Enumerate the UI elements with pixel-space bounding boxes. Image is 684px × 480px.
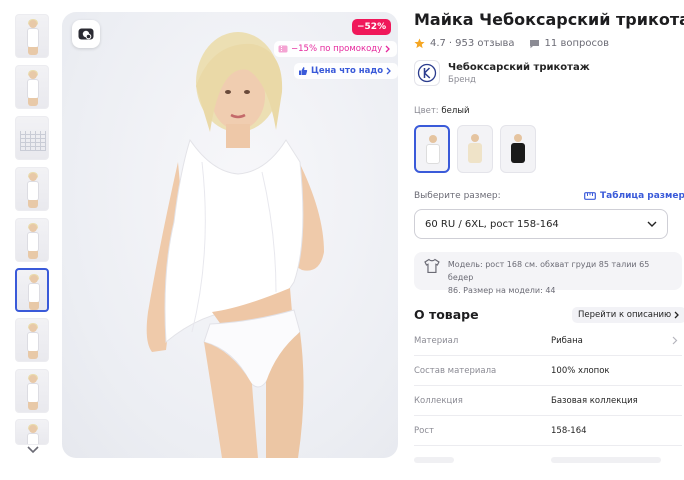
thumbnail[interactable] <box>15 218 49 262</box>
thumbnail[interactable] <box>15 318 49 362</box>
color-swatch-beige[interactable] <box>457 125 493 173</box>
tshirt-icon <box>424 258 440 274</box>
thumbnail[interactable] <box>15 369 49 413</box>
chat-bubble-icon <box>529 39 539 48</box>
spec-row-composition: Состав материала 100% хлопок <box>414 356 682 386</box>
spec-row-height: Рост 158-164 <box>414 416 682 446</box>
brand-name: Чебоксарский трикотаж <box>448 61 590 73</box>
brand-logo-emblem <box>417 63 437 83</box>
size-select[interactable]: 60 RU / 6XL, рост 158-164 <box>414 209 668 239</box>
discount-badge: −52% <box>352 19 392 35</box>
brand-logo <box>414 60 440 86</box>
ruler-icon <box>584 192 596 200</box>
thumbs-up-icon <box>299 67 308 75</box>
promo-label: −15% по промокоду <box>291 44 383 54</box>
model-info-line-2: 86. Размер на модели: 44 <box>447 286 556 295</box>
color-swatch-white[interactable] <box>414 125 450 173</box>
chevron-right-icon <box>386 67 392 75</box>
spec-key: Материал <box>414 335 459 346</box>
spec-row-next-faded <box>414 446 682 476</box>
promo-code-badge[interactable]: −15% по промокоду <box>274 41 398 57</box>
thumbnail-size-table[interactable] <box>15 116 49 160</box>
size-table-link[interactable]: Таблица размеров <box>584 191 684 201</box>
reviews-link[interactable]: 953 отзыва <box>455 38 514 49</box>
questions-link[interactable]: 11 вопросов <box>529 38 609 49</box>
go-to-description-button[interactable]: Перейти к описанию <box>572 307 684 323</box>
brand-role: Бренд <box>448 74 476 85</box>
good-price-badge[interactable]: Цена что надо <box>294 63 399 79</box>
questions-count: 11 вопросов <box>544 38 609 49</box>
camera-search-icon <box>78 28 94 40</box>
size-table-label: Таблица размеров <box>600 191 684 201</box>
coupon-icon <box>278 45 288 53</box>
spec-key: Рост <box>414 425 434 436</box>
thumbnail[interactable] <box>15 65 49 109</box>
spec-value: 100% хлопок <box>551 365 610 376</box>
rating-row: 4.7 · 953 отзыва 11 вопросов <box>414 38 609 49</box>
spec-row-material[interactable]: Материал Рибана <box>414 326 682 356</box>
model-info-line-1: Модель: рост 168 см. обхват груди 85 тал… <box>447 260 650 282</box>
chevron-right-icon <box>674 311 680 319</box>
thumbnail[interactable] <box>15 419 49 445</box>
size-selected-value: 60 RU / 6XL, рост 158-164 <box>425 218 559 230</box>
separator-dot: · <box>448 38 453 49</box>
brand-block[interactable]: Чебоксарский трикотаж Бренд <box>414 60 590 86</box>
size-label: Выберите размер: <box>414 191 501 201</box>
thumbnail-active[interactable] <box>15 268 49 312</box>
rating-value: 4.7 <box>430 38 446 49</box>
search-by-photo-button[interactable] <box>72 20 100 48</box>
color-swatch-black[interactable] <box>500 125 536 173</box>
thumbnail[interactable] <box>15 167 49 211</box>
spec-value: Рибана <box>551 335 583 346</box>
chevron-down-icon[interactable] <box>26 445 40 455</box>
spec-value: Базовая коллекция <box>551 395 638 406</box>
spec-value-placeholder <box>551 456 661 466</box>
price-tag-label: Цена что надо <box>311 66 384 76</box>
star-icon <box>414 38 425 49</box>
spec-key-placeholder <box>414 456 551 466</box>
chevron-right-icon <box>672 336 678 345</box>
model-info: Модель: рост 168 см. обхват груди 85 тал… <box>414 252 682 295</box>
spec-key: Коллекция <box>414 395 463 406</box>
chevron-right-icon <box>385 45 391 53</box>
spec-value: 158-164 <box>551 425 587 436</box>
go-to-description-label: Перейти к описанию <box>578 310 672 320</box>
about-title: О товаре <box>414 307 479 322</box>
thumbnail[interactable] <box>15 14 49 58</box>
spec-row-collection: Коллекция Базовая коллекция <box>414 386 682 416</box>
color-value: белый <box>441 106 470 116</box>
color-label-text: Цвет: <box>414 106 439 116</box>
chevron-down-icon <box>647 221 657 227</box>
product-title: Майка Чебоксарский трикотаж <box>414 10 684 29</box>
color-label: Цвет: белый <box>414 106 470 116</box>
spec-key: Состав материала <box>414 365 497 376</box>
